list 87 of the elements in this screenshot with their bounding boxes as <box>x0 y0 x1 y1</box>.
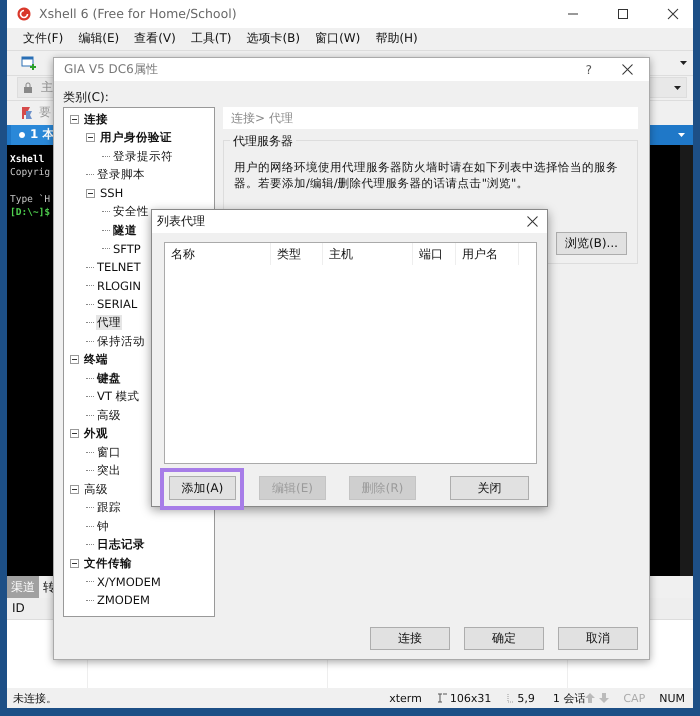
tree-item[interactable]: 隧道 <box>112 222 138 238</box>
collapse-icon[interactable] <box>70 114 79 124</box>
menu-item[interactable]: 编辑(E) <box>78 30 120 48</box>
collapse-icon[interactable] <box>70 429 79 438</box>
tree-item[interactable]: 终端 <box>83 352 109 368</box>
swirl-logo-icon <box>17 6 31 21</box>
list-button[interactable]: 关闭 <box>450 476 529 500</box>
browse-button[interactable]: 浏览(B)... <box>556 232 627 255</box>
close-icon[interactable] <box>622 64 633 75</box>
column-header[interactable]: 端口 <box>413 243 456 265</box>
tree-item[interactable]: SERIAL <box>96 297 138 312</box>
cursor-position: 5,9 <box>517 692 535 705</box>
cursor-position-icon <box>507 693 514 704</box>
resize-icon <box>438 693 447 704</box>
collapse-icon[interactable] <box>70 355 79 364</box>
tree-item[interactable]: 安全性 <box>112 204 150 220</box>
tree-item[interactable]: 突出 <box>96 463 122 478</box>
tree-item[interactable]: 代理 <box>96 315 122 330</box>
close-icon[interactable] <box>667 8 679 20</box>
window-title: Xshell 6 (Free for Home/School) <box>39 6 237 22</box>
tree-item[interactable]: 高级 <box>83 482 109 497</box>
collapse-icon[interactable] <box>86 133 95 142</box>
maximize-icon[interactable] <box>617 8 629 20</box>
category-label: 类别(C): <box>63 89 110 106</box>
terminal-line: Copyrig <box>10 166 50 180</box>
collapse-icon[interactable] <box>70 558 79 568</box>
tree-item[interactable]: 跟踪 <box>96 500 122 516</box>
lock-icon <box>23 82 33 94</box>
key-indicator: CAP <box>623 692 646 705</box>
links-text: 要 <box>39 104 51 122</box>
menu-item[interactable]: 查看(V) <box>134 30 176 48</box>
column-header: ID <box>11 600 26 618</box>
tree-item[interactable]: 保持活动 <box>96 334 146 349</box>
terminal-size: 106x31 <box>450 692 492 705</box>
tree-item[interactable]: RLOGIN <box>96 278 142 293</box>
tree-item[interactable]: 登录提示符 <box>112 148 174 164</box>
tree-item[interactable]: 窗口 <box>96 444 122 460</box>
tree-item[interactable]: 钟 <box>96 518 110 534</box>
column-header[interactable]: 主机 <box>323 243 413 265</box>
menu-item[interactable]: 窗口(W) <box>315 30 360 48</box>
group-title: 代理服务器 <box>230 133 296 150</box>
key-indicator: NUM <box>659 692 685 705</box>
tree-item[interactable]: TELNET <box>96 260 142 274</box>
menu-item[interactable]: 选项卡(B) <box>246 30 300 48</box>
tree-item[interactable]: 用户身份验证 <box>99 130 173 146</box>
column-header[interactable]: 类型 <box>271 243 323 265</box>
tree-item[interactable]: 键盘 <box>96 370 122 386</box>
help-button[interactable]: ? <box>586 62 592 76</box>
tree-item[interactable]: 日志记录 <box>96 537 146 552</box>
menu-item[interactable]: 帮助(H) <box>375 30 418 48</box>
tree-item[interactable]: SFTP <box>112 242 142 256</box>
menu-item[interactable]: 工具(T) <box>190 30 232 48</box>
tree-item[interactable]: 外观 <box>83 426 109 442</box>
tree-item[interactable]: 文件传输 <box>83 556 133 571</box>
tree-item[interactable]: VT 模式 <box>96 389 141 404</box>
dialog-button[interactable]: 取消 <box>558 627 638 650</box>
terminal-line: Xshell <box>10 152 44 166</box>
status-text: 未连接。 <box>13 690 57 706</box>
tree-item[interactable]: ZMODEM <box>96 593 151 608</box>
close-icon[interactable] <box>527 216 538 227</box>
bookmark-icon[interactable] <box>21 106 33 120</box>
session-count: 1 会话 <box>552 690 586 706</box>
dialog-title: 列表代理 <box>157 213 205 230</box>
breadcrumb: 连接> 代理 <box>223 107 638 129</box>
terminal-line: [D:\~]$ <box>10 206 50 220</box>
column-header[interactable]: 名称 <box>165 243 271 265</box>
dialog-title: GIA V5 DC6属性 <box>64 61 158 78</box>
collapse-icon[interactable] <box>86 188 95 198</box>
caret-icon[interactable] <box>674 86 681 90</box>
scrollbar[interactable] <box>680 144 693 576</box>
terminal-line: Type `H <box>10 192 50 206</box>
tree-item[interactable]: 登录脚本 <box>96 167 146 182</box>
new-session-icon[interactable] <box>21 56 37 70</box>
tree-item[interactable]: 连接 <box>83 112 109 127</box>
caret-icon[interactable] <box>680 60 687 65</box>
tree-item[interactable]: X/YMODEM <box>96 574 162 589</box>
menu-item[interactable]: 文件(F) <box>23 30 64 48</box>
list-button[interactable]: 添加(A) <box>169 476 236 500</box>
tree-item[interactable]: 高级 <box>96 408 122 423</box>
column-header[interactable]: 用户名 <box>456 243 519 265</box>
dialog-button[interactable]: 确定 <box>464 627 544 650</box>
proxy-list[interactable]: 名称 类型 主机 端口 用户名 <box>164 242 537 464</box>
tree-item[interactable]: SSH <box>99 186 124 200</box>
description-text: 用户的网络环境使用代理服务器防火墙时请在如下列表中选择恰当的服务器。若要添加/编辑/删除代理服务器的话请点击"浏览"。 <box>234 159 619 191</box>
collapse-icon[interactable] <box>70 484 79 494</box>
terminal-type: xterm <box>389 692 422 705</box>
dialog-button[interactable]: 连接 <box>370 627 450 650</box>
